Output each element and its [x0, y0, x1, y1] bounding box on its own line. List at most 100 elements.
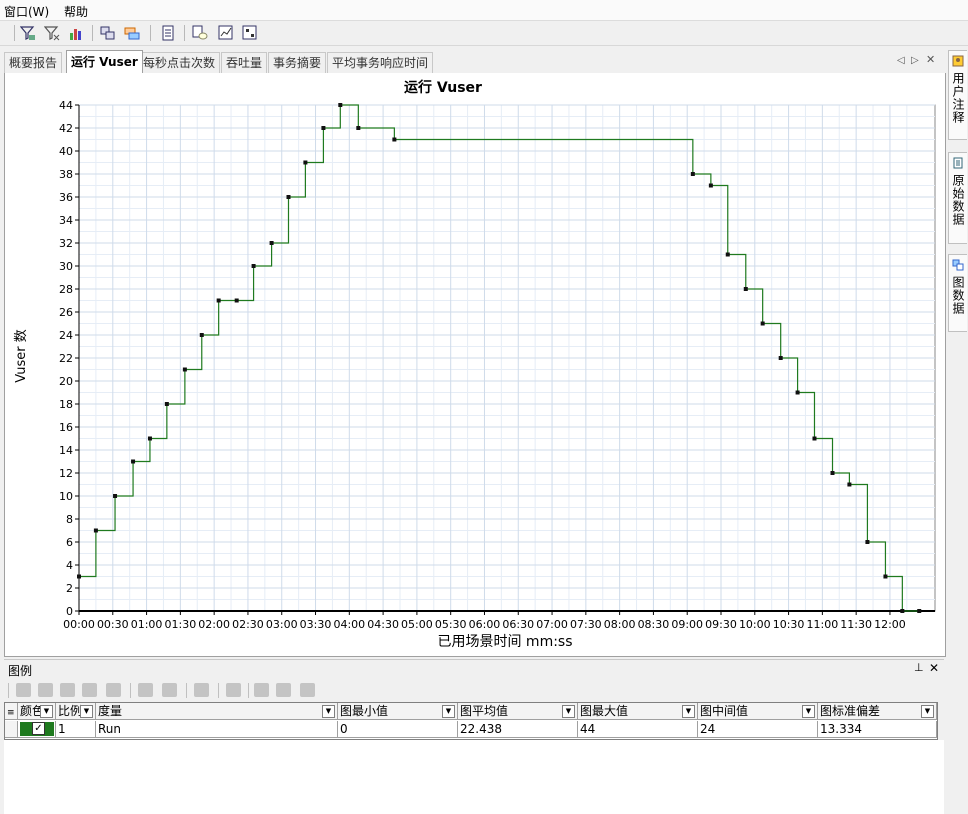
column-header-measure[interactable]: 度量 ▼ — [96, 703, 338, 720]
y-tick-label: 44 — [59, 99, 73, 112]
toolbar-separator — [92, 25, 93, 41]
add-comment-icon[interactable] — [192, 25, 208, 41]
tab-close-icon[interactable]: ✕ — [926, 53, 935, 66]
data-point — [812, 436, 817, 441]
x-tick-label: 11:30 — [840, 618, 872, 631]
column-header-scale[interactable]: 比例 ▼ — [56, 703, 96, 720]
row-selector-header: ≡ — [5, 703, 18, 720]
legend-expand-icon[interactable] — [254, 683, 269, 697]
series-visible-checkbox[interactable]: ✓ — [32, 722, 45, 735]
menu-bar: 窗口(W) 帮助 — [0, 0, 968, 21]
pin-icon[interactable]: ⊥ — [914, 661, 924, 674]
legend-grid: ≡ 颜色 ▼ 比例 ▼ 度量 ▼ 图最小值 ▼ 图平均值 ▼ 图最大值 ▼ 图中间值 ▼ 图标… — [4, 702, 938, 740]
y-tick-label: 28 — [59, 283, 73, 296]
legend-scale-icon[interactable] — [162, 683, 177, 697]
x-tick-label: 12:00 — [874, 618, 906, 631]
column-dropdown-icon[interactable]: ▼ — [921, 705, 934, 718]
stddev-cell: 13.334 — [818, 721, 937, 738]
column-header-min[interactable]: 图最小值 ▼ — [338, 703, 458, 720]
tab-prev-icon[interactable]: ◁ — [897, 55, 905, 66]
data-point — [338, 103, 343, 107]
chart-title: 运行 Vuser — [404, 79, 482, 96]
y-tick-label: 42 — [59, 122, 73, 135]
median-cell: 24 — [698, 721, 818, 738]
column-header-max[interactable]: 图最大值 ▼ — [578, 703, 698, 720]
legend-close-icon[interactable]: ✕ — [929, 661, 939, 675]
scale-cell: 1 — [56, 721, 96, 738]
toolbar-separator — [130, 683, 131, 698]
legend-hide-all-icon[interactable] — [38, 683, 53, 697]
data-point — [883, 574, 888, 579]
tab-running-vusers[interactable]: 运行 Vuser — [66, 50, 143, 73]
legend-link-icon[interactable] — [82, 683, 97, 697]
y-tick-label: 34 — [59, 214, 73, 227]
x-tick-label: 03:30 — [300, 618, 332, 631]
side-tab-raw-data[interactable]: 原始数据 — [948, 152, 967, 244]
legend-filter-icon[interactable] — [106, 683, 121, 697]
filter-icon[interactable] — [20, 25, 36, 41]
x-tick-label: 07:30 — [570, 618, 602, 631]
tab-throughput[interactable]: 吞吐量 — [221, 52, 268, 73]
toolbar — [0, 21, 968, 46]
column-dropdown-icon[interactable]: ▼ — [322, 705, 335, 718]
data-point — [392, 137, 397, 142]
row-selector[interactable] — [5, 721, 18, 738]
side-tab-graph-data[interactable]: 图数据 — [948, 254, 967, 332]
column-dropdown-icon[interactable]: ▼ — [682, 705, 695, 718]
data-point — [234, 298, 239, 303]
x-tick-label: 11:00 — [807, 618, 839, 631]
y-tick-label: 18 — [59, 398, 73, 411]
clear-filter-icon[interactable] — [44, 25, 60, 41]
data-points-icon[interactable] — [242, 25, 258, 41]
column-header-stddev[interactable]: 图标准偏差 ▼ — [818, 703, 937, 720]
legend-header: 图例 ⊥ ✕ — [4, 659, 944, 679]
legend-configure-icon[interactable] — [138, 683, 153, 697]
x-tick-label: 02:30 — [232, 618, 264, 631]
column-header-median[interactable]: 图中间值 ▼ — [698, 703, 818, 720]
legend-export-icon[interactable] — [300, 683, 315, 697]
y-tick-label: 22 — [59, 352, 73, 365]
data-point — [760, 321, 765, 326]
legend-collapse-icon[interactable] — [276, 683, 291, 697]
data-point — [900, 609, 905, 613]
column-dropdown-icon[interactable]: ▼ — [802, 705, 815, 718]
legend-show-all-icon[interactable] — [16, 683, 31, 697]
column-dropdown-icon[interactable]: ▼ — [562, 705, 575, 718]
x-tick-label: 00:30 — [97, 618, 129, 631]
chart-panel: 运行 Vuser Vuser 数 已用场景时间 mm:ss 0 2 4 6 8 10 12 1… — [4, 73, 946, 657]
tab-next-icon[interactable]: ▷ — [911, 55, 919, 66]
column-dropdown-icon[interactable]: ▼ — [80, 705, 93, 718]
tab-hits-per-second[interactable]: 每秒点击次数 — [138, 52, 221, 73]
data-point — [778, 356, 783, 360]
merge-graphs-icon[interactable] — [100, 25, 116, 41]
tab-transaction-summary[interactable]: 事务摘要 — [268, 52, 327, 73]
legend-show-selected-icon[interactable] — [60, 683, 75, 697]
column-header-avg[interactable]: 图平均值 ▼ — [458, 703, 578, 720]
table-row[interactable]: ✓ 1 Run 0 22.438 44 24 13.334 — [5, 721, 937, 739]
column-dropdown-icon[interactable]: ▼ — [442, 705, 455, 718]
data-point — [131, 459, 136, 464]
data-point — [847, 482, 852, 487]
legend-sort-icon[interactable] — [194, 683, 209, 697]
column-header-color[interactable]: 颜色 ▼ — [18, 703, 56, 720]
menu-window[interactable]: 窗口(W) — [4, 3, 49, 20]
x-tick-label: 02:00 — [198, 618, 230, 631]
y-tick-label: 40 — [59, 145, 73, 158]
tab-summary-report[interactable]: 概要报告 — [4, 52, 63, 73]
legend-columns-icon[interactable] — [226, 683, 241, 697]
menu-help[interactable]: 帮助 — [64, 3, 88, 20]
x-tick-label: 00:00 — [63, 618, 95, 631]
compare-icon[interactable] — [124, 25, 140, 41]
side-tab-user-notes[interactable]: 用户注释 — [948, 50, 967, 140]
raw-data-icon — [953, 157, 963, 169]
tab-avg-transaction-response-time[interactable]: 平均事务响应时间 — [327, 52, 434, 73]
legend-toolbar — [4, 680, 944, 702]
x-tick-label: 01:30 — [165, 618, 197, 631]
y-tick-label: 4 — [66, 559, 73, 572]
graph-settings-icon[interactable] — [218, 25, 234, 41]
group-by-icon[interactable] — [68, 25, 84, 41]
x-tick-label: 09:30 — [705, 618, 737, 631]
series-color-cell[interactable]: ✓ — [18, 721, 56, 738]
report-icon[interactable] — [160, 25, 176, 41]
column-dropdown-icon[interactable]: ▼ — [40, 705, 53, 718]
